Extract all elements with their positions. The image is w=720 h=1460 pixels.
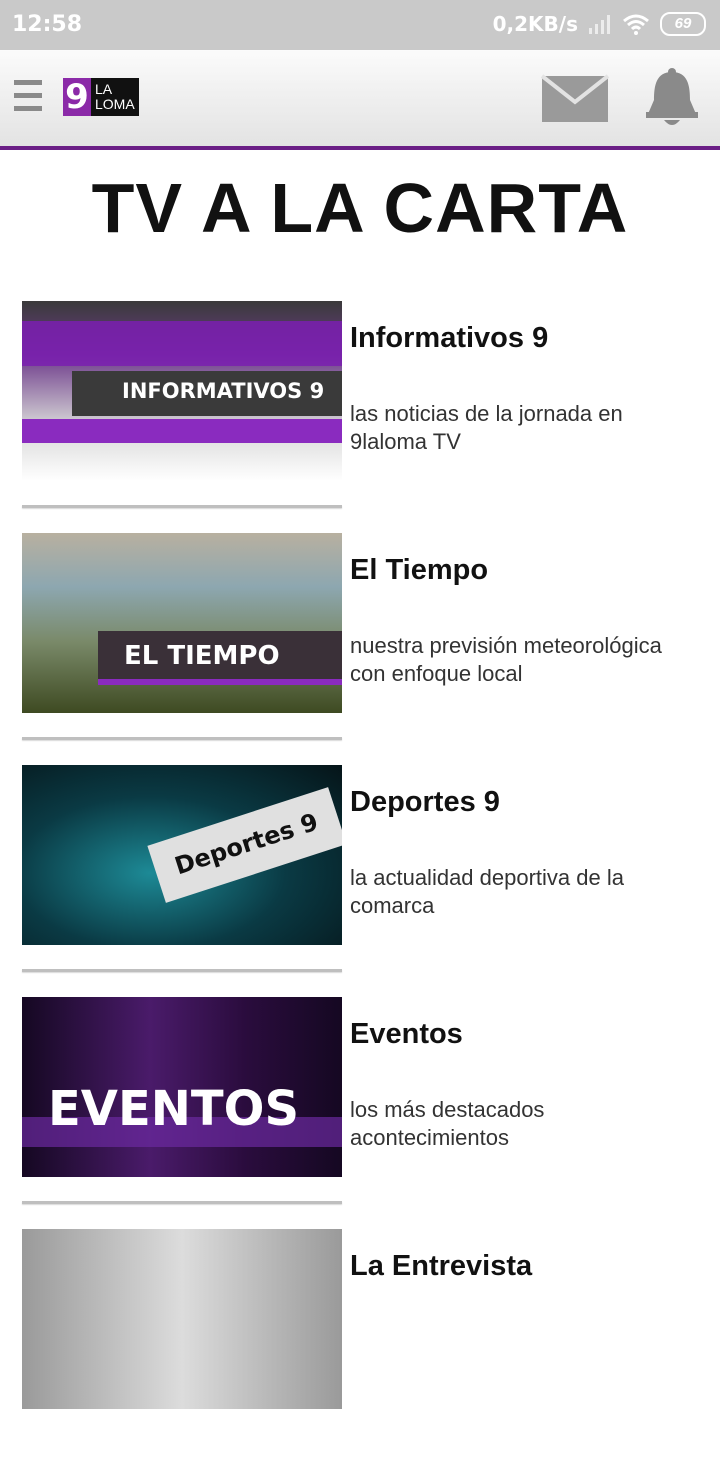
wifi-icon bbox=[623, 14, 649, 35]
logo-line-2: LOMA bbox=[95, 96, 135, 112]
status-right: 0,2KB/s 69 bbox=[493, 12, 706, 36]
list-item[interactable]: Deportes 9 Deportes 9 la actualidad depo… bbox=[0, 764, 720, 996]
thumbnail-label: EL TIEMPO bbox=[124, 641, 280, 671]
list-item[interactable]: EVENTOS Eventos los más destacados acont… bbox=[0, 996, 720, 1228]
thumbnail-label: EVENTOS bbox=[48, 1081, 300, 1137]
list-item[interactable]: La Entrevista bbox=[0, 1228, 720, 1460]
program-list: INFORMATIVOS 9 Informativos 9 las notici… bbox=[0, 300, 720, 1460]
thumbnail-deportes[interactable]: Deportes 9 bbox=[22, 765, 342, 945]
app-bar: 9 LA LOMA bbox=[0, 50, 720, 150]
bell-icon[interactable] bbox=[644, 66, 700, 130]
divider bbox=[22, 505, 342, 508]
thumbnail-la-entrevista[interactable] bbox=[22, 1229, 342, 1409]
thumbnail-label: INFORMATIVOS 9 bbox=[122, 379, 325, 403]
signal-icon bbox=[589, 15, 610, 34]
mail-icon[interactable] bbox=[540, 72, 610, 124]
thumbnail-informativos[interactable]: INFORMATIVOS 9 bbox=[22, 301, 342, 481]
status-bar: 12:58 0,2KB/s 69 bbox=[0, 0, 720, 50]
logo-line-1: LA bbox=[95, 81, 113, 97]
battery-icon: 69 bbox=[660, 12, 706, 36]
logo-number: 9 bbox=[63, 78, 91, 116]
status-time: 12:58 bbox=[12, 12, 83, 37]
network-speed: 0,2KB/s bbox=[492, 12, 578, 36]
list-item[interactable]: EL TIEMPO El Tiempo nuestra previsión me… bbox=[0, 532, 720, 764]
menu-icon[interactable] bbox=[14, 80, 42, 116]
item-title[interactable]: La Entrevista bbox=[350, 1250, 532, 1283]
app-logo[interactable]: 9 LA LOMA bbox=[63, 78, 139, 116]
list-item[interactable]: INFORMATIVOS 9 Informativos 9 las notici… bbox=[0, 300, 720, 532]
divider bbox=[22, 737, 342, 740]
item-description: los más destacados acontecimientos bbox=[350, 1097, 545, 1150]
item-description: las noticias de la jornada en 9laloma TV bbox=[350, 401, 623, 454]
divider bbox=[22, 969, 342, 972]
item-title[interactable]: El Tiempo bbox=[350, 554, 488, 587]
logo-text: LA LOMA bbox=[91, 82, 135, 112]
item-description: nuestra previsión meteorológica con enfo… bbox=[350, 633, 662, 686]
divider bbox=[22, 1201, 342, 1204]
item-description: la actualidad deportiva de la comarca bbox=[350, 865, 624, 918]
item-title[interactable]: Informativos 9 bbox=[350, 322, 548, 355]
item-title[interactable]: Deportes 9 bbox=[350, 786, 500, 819]
thumbnail-eventos[interactable]: EVENTOS bbox=[22, 997, 342, 1177]
page-title: TV A LA CARTA bbox=[91, 169, 629, 247]
thumbnail-el-tiempo[interactable]: EL TIEMPO bbox=[22, 533, 342, 713]
item-title[interactable]: Eventos bbox=[350, 1018, 463, 1051]
